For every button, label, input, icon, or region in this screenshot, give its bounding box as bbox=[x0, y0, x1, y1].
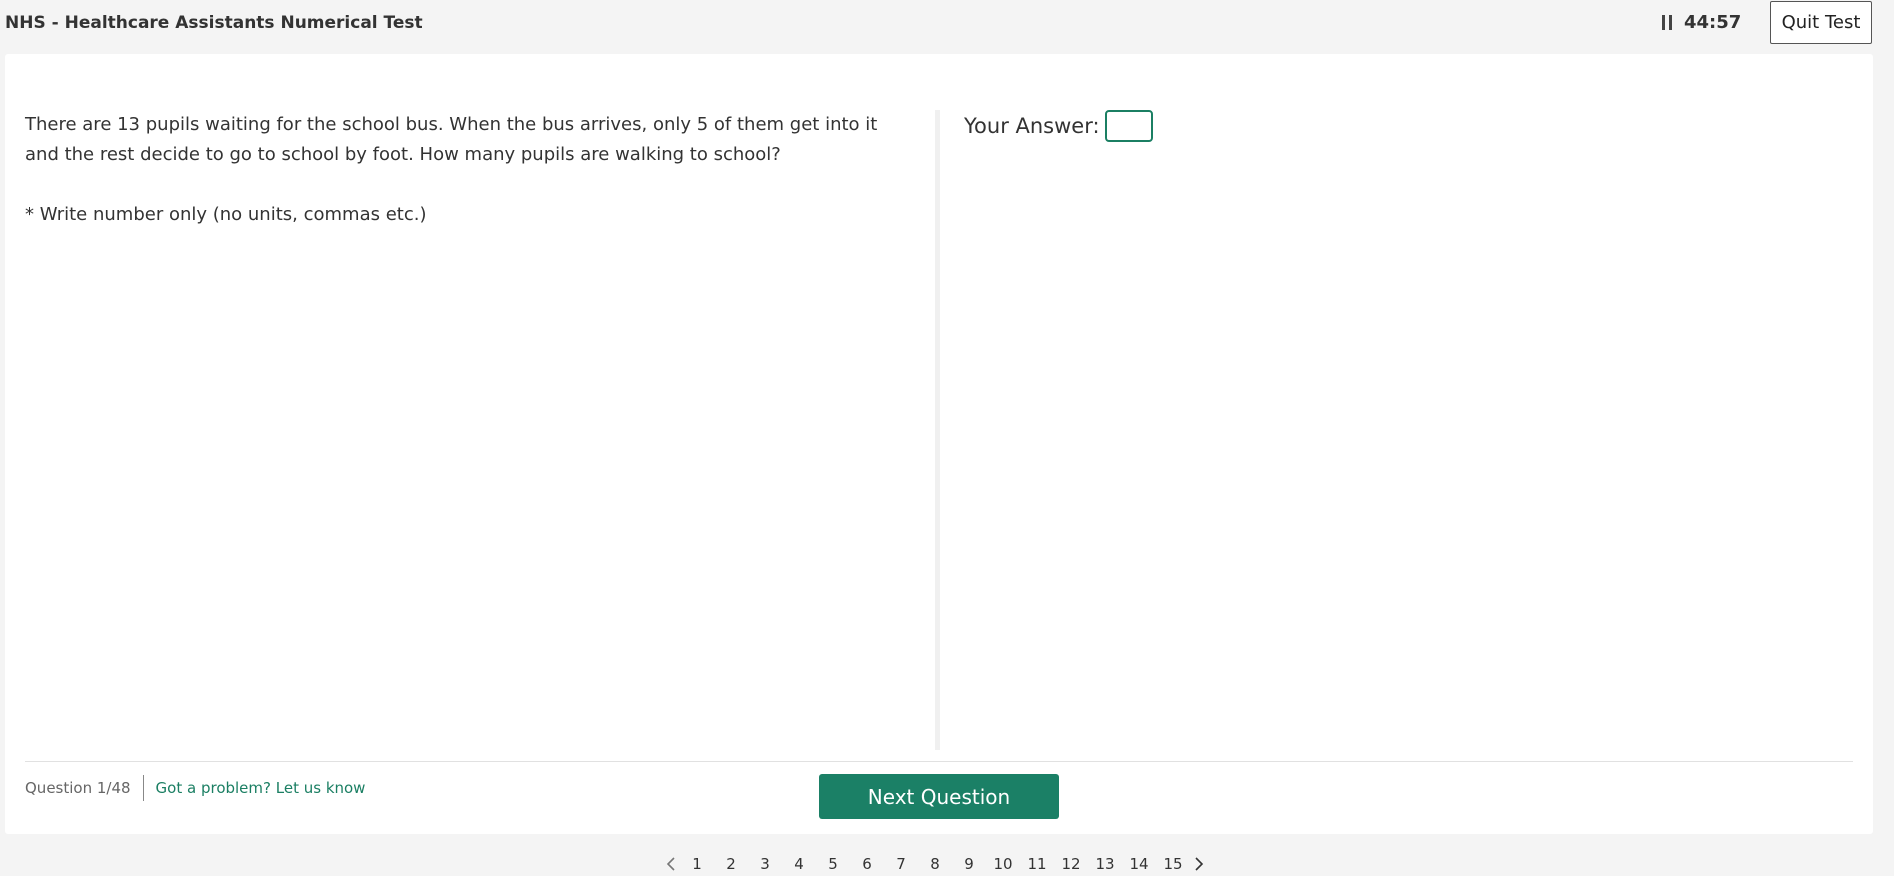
report-problem-link[interactable]: Got a problem? Let us know bbox=[156, 779, 366, 797]
question-pane: There are 13 pupils waiting for the scho… bbox=[25, 110, 905, 230]
footer-divider bbox=[25, 761, 1853, 762]
pagination: 1 2 3 4 5 6 7 8 9 10 11 12 13 14 15 bbox=[662, 852, 1212, 876]
page-number[interactable]: 13 bbox=[1088, 855, 1122, 873]
question-counter: Question 1/48 bbox=[25, 779, 131, 797]
chevron-left-icon[interactable] bbox=[662, 857, 680, 871]
page-number[interactable]: 2 bbox=[714, 855, 748, 873]
page-number[interactable]: 10 bbox=[986, 855, 1020, 873]
pane-divider bbox=[935, 110, 940, 750]
question-text: There are 13 pupils waiting for the scho… bbox=[25, 114, 878, 165]
app-title: NHS - Healthcare Assistants Numerical Te… bbox=[5, 13, 423, 33]
page-number[interactable]: 3 bbox=[748, 855, 782, 873]
answer-input[interactable] bbox=[1104, 110, 1153, 142]
page-number[interactable]: 7 bbox=[884, 855, 918, 873]
answer-label: Your Answer: bbox=[964, 114, 1100, 138]
top-bar: NHS - Healthcare Assistants Numerical Te… bbox=[0, 0, 1894, 50]
page-number[interactable]: 14 bbox=[1122, 855, 1156, 873]
answer-pane: Your Answer: bbox=[964, 110, 1153, 142]
next-question-button[interactable]: Next Question bbox=[819, 774, 1059, 819]
question-card: There are 13 pupils waiting for the scho… bbox=[5, 54, 1873, 834]
page-number[interactable]: 11 bbox=[1020, 855, 1054, 873]
page-number[interactable]: 9 bbox=[952, 855, 986, 873]
page-numbers: 1 2 3 4 5 6 7 8 9 10 11 12 13 14 15 bbox=[680, 855, 1190, 873]
timer: 44:57 bbox=[1662, 12, 1741, 33]
pause-icon[interactable] bbox=[1662, 15, 1672, 30]
chevron-right-icon[interactable] bbox=[1190, 857, 1208, 871]
page-number[interactable]: 1 bbox=[680, 855, 714, 873]
quit-test-button[interactable]: Quit Test bbox=[1770, 1, 1872, 44]
page-number[interactable]: 5 bbox=[816, 855, 850, 873]
question-note: * Write number only (no units, commas et… bbox=[25, 204, 427, 225]
footer-separator bbox=[142, 775, 144, 801]
page-number[interactable]: 8 bbox=[918, 855, 952, 873]
page-number[interactable]: 15 bbox=[1156, 855, 1190, 873]
page-number[interactable]: 4 bbox=[782, 855, 816, 873]
page-number[interactable]: 6 bbox=[850, 855, 884, 873]
page-number[interactable]: 12 bbox=[1054, 855, 1088, 873]
footer-info: Question 1/48 Got a problem? Let us know bbox=[25, 774, 365, 802]
timer-value: 44:57 bbox=[1684, 12, 1742, 33]
